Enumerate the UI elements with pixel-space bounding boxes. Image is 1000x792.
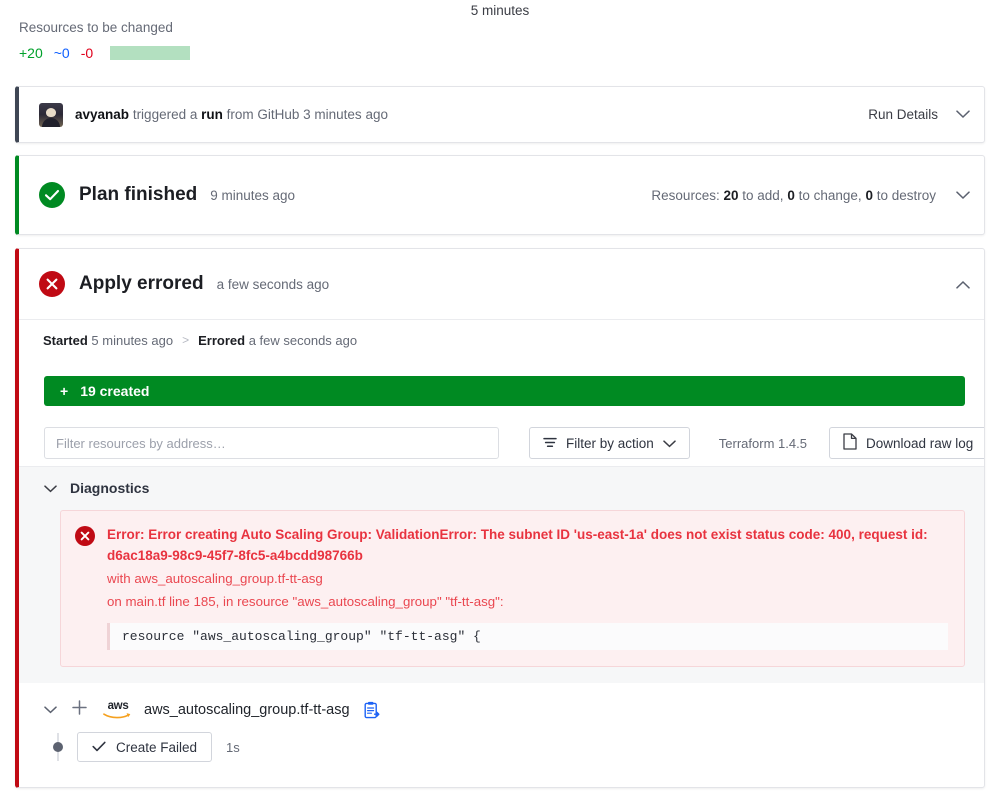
run-page: 5 minutes Resources to be changed +20 ~0… [0,0,1000,792]
run-duration: 5 minutes [470,3,530,18]
count-change: ~0 [53,45,70,61]
count-add: +20 [19,45,43,61]
plan-add-count: 20 [723,187,739,203]
timeline-track [53,733,63,762]
plan-finished-row: Plan finished 9 minutes ago Resources: 2… [19,156,984,234]
download-raw-log-button[interactable]: Download raw log [828,427,984,459]
run-details-toggle[interactable]: Run Details [868,107,970,122]
terraform-version-label: Terraform 1.4.5 [718,435,807,451]
plan-finished-card: Plan finished 9 minutes ago Resources: 2… [15,155,985,235]
breadcrumb-started-time: 5 minutes ago [91,332,174,348]
diagnostic-error-box: Error: Error creating Auto Scaling Group… [60,510,965,668]
resource-toolbar: Filter by action Terraform 1.4.5 Downloa… [19,420,984,466]
resource-status-row: Create Failed 1s [19,720,984,763]
error-circle-icon [75,526,95,546]
plan-change-count: 0 [787,187,795,203]
run-trigger-text: avyanab triggered a run from GitHub 3 mi… [75,107,388,122]
resource-expand-toggle[interactable] [44,702,57,717]
plan-add-label: to add, [742,187,784,203]
created-bar: + 19 created [44,376,965,406]
filter-icon [543,436,557,451]
diagnostic-error-body: Error: Error creating Auto Scaling Group… [107,525,948,651]
resource-log-icon[interactable] [364,701,380,719]
plan-finished-time: 9 minutes ago [210,187,296,203]
timeline-dot [53,742,63,753]
diagnostic-error-with: with aws_autoscaling_group.tf-tt-asg [107,570,323,586]
breadcrumb-separator: > [182,333,190,347]
resource-change-bar [110,46,191,60]
plan-change-label: to change, [798,187,862,203]
error-circle-icon [39,271,65,297]
plan-finished-title: Plan finished [79,184,198,205]
check-circle-icon [39,182,65,208]
run-trigger-row: avyanab triggered a run from GitHub 3 mi… [19,87,984,142]
apply-errored-row: Apply errored a few seconds ago [19,249,984,319]
resource-change-counts: +20 ~0 -0 [19,45,191,61]
plan-summary-prefix: Resources: [651,187,720,203]
resources-to-be-changed-label: Resources to be changed [19,20,173,35]
chevron-down-icon [956,107,970,122]
plan-resource-summary: Resources: 20 to add, 0 to change, 0 to … [651,188,936,203]
run-trigger-action: run [201,107,223,122]
create-failed-duration: 1s [226,739,240,755]
avatar [39,102,63,127]
create-failed-label: Create Failed [116,739,198,755]
breadcrumb-errored: Errored a few seconds ago [198,333,357,348]
apply-errored-time: a few seconds ago [216,276,330,292]
apply-errored-card: Apply errored a few seconds ago Started … [15,248,985,788]
run-details-label: Run Details [868,107,938,122]
filter-resources-input[interactable] [44,427,499,459]
resource-row: aws aws_autoscaling_group.tf-tt-asg [19,683,984,720]
run-trigger-action-post: from GitHub 3 minutes ago [226,107,388,122]
download-raw-log-label: Download raw log [865,435,974,451]
check-icon [92,740,106,755]
breadcrumb-started-label: Started [43,332,88,348]
breadcrumb-errored-time: a few seconds ago [248,332,358,348]
apply-card-collapse-toggle[interactable] [956,276,970,292]
create-failed-chip[interactable]: Create Failed [77,732,213,763]
diagnostics-label: Diagnostics [70,480,150,496]
apply-breadcrumb: Started 5 minutes ago > Errored a few se… [19,319,984,360]
apply-errored-title: Apply errored [79,273,204,294]
filter-by-action-button[interactable]: Filter by action [529,427,690,459]
plan-destroy-label: to destroy [876,187,936,203]
plus-icon [71,699,88,720]
breadcrumb-errored-label: Errored [198,332,246,348]
breadcrumb-started: Started 5 minutes ago [43,333,173,348]
diagnostics-toggle[interactable]: Diagnostics [44,480,965,496]
plan-destroy-count: 0 [865,187,873,203]
diagnostics-section: Diagnostics Error: Error creating Auto S… [19,466,984,684]
created-summary: + 19 created [19,360,984,420]
diagnostic-error-title: Error: Error creating Auto Scaling Group… [107,527,928,563]
chevron-down-icon [663,436,676,451]
file-icon [843,433,857,453]
created-count-label: 19 created [80,383,150,399]
plus-icon: + [60,383,69,399]
run-trigger-card: avyanab triggered a run from GitHub 3 mi… [15,86,985,143]
chevron-down-icon [44,480,57,496]
diagnostic-error-location: on main.tf line 185, in resource "aws_au… [107,594,504,610]
run-trigger-action-pre: triggered a [132,107,198,122]
diagnostic-code-snippet: resource "aws_autoscaling_group" "tf-tt-… [107,623,948,651]
aws-logo-icon: aws [102,701,134,719]
resource-address: aws_autoscaling_group.tf-tt-asg [144,701,350,718]
count-destroy: -0 [80,45,94,61]
filter-by-action-label: Filter by action [566,435,654,451]
plan-card-collapse-toggle[interactable] [956,187,970,203]
run-trigger-user: avyanab [75,107,130,122]
